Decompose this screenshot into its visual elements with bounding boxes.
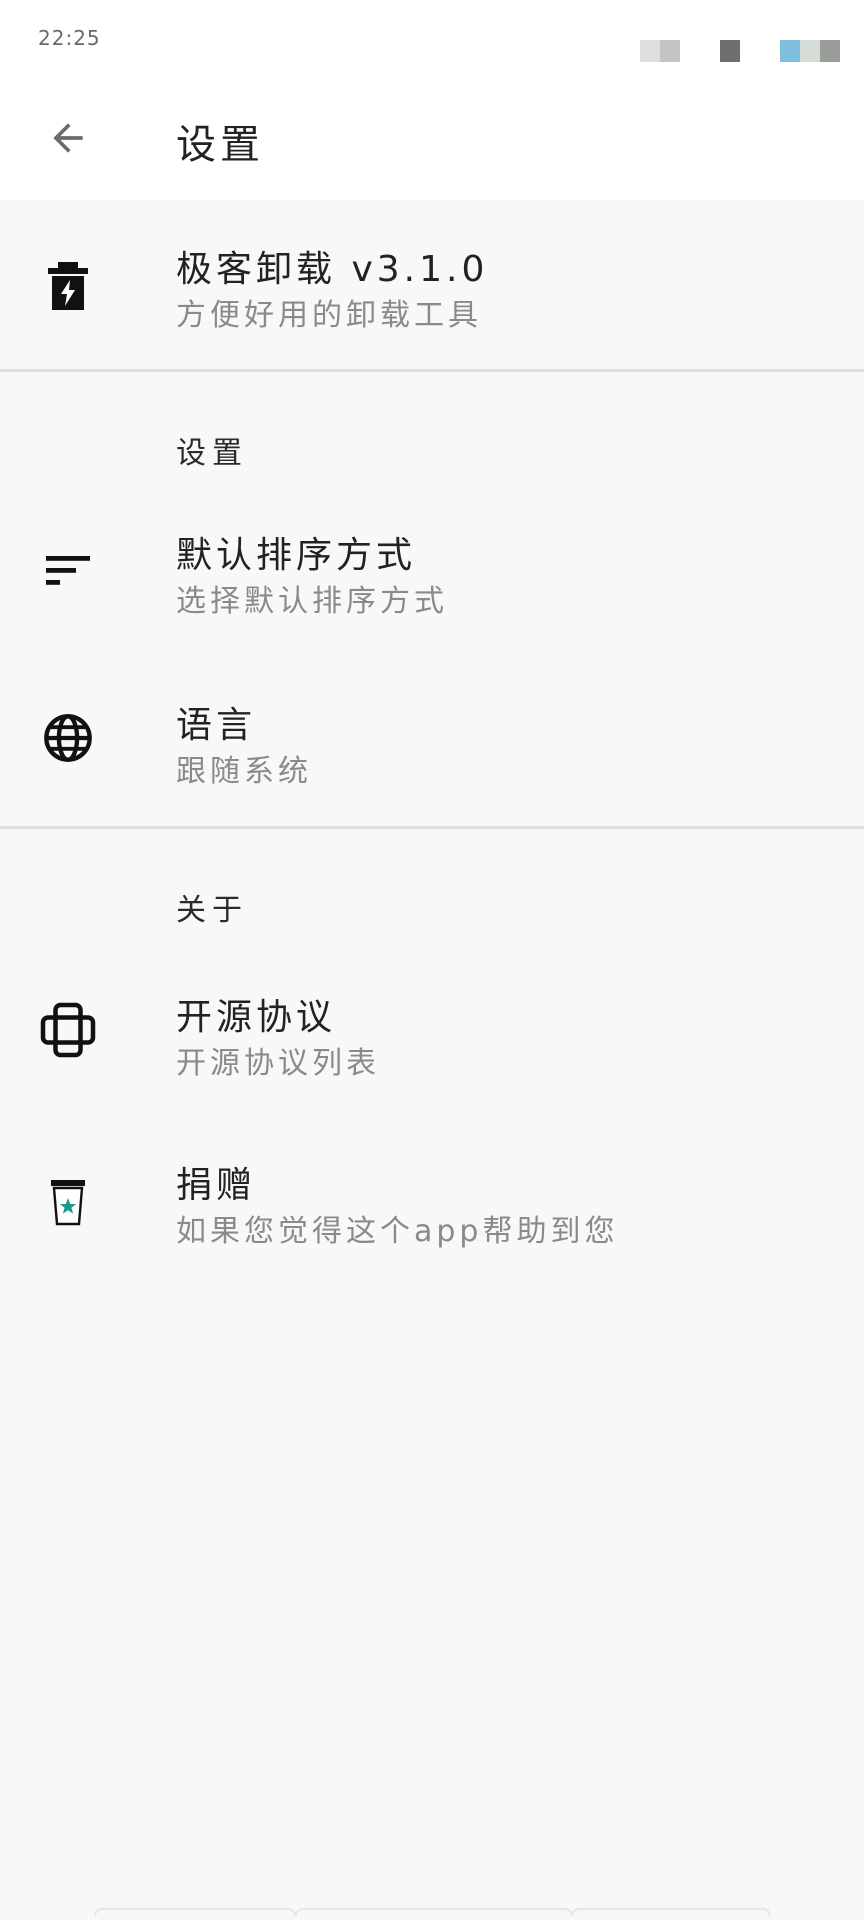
arrow-back-icon [53,123,83,153]
license-icon [36,998,100,1062]
status-icons [640,40,840,62]
language-item[interactable]: 语言 跟随系统 [0,670,864,810]
language-title: 语言 [176,705,257,746]
donate-title: 捐赠 [176,1165,257,1206]
section-header-settings: 设置 [176,436,248,471]
nav-bar-segment [295,1908,573,1916]
status-time: 22:25 [38,26,101,50]
open-source-subtitle: 开源协议列表 [176,1046,380,1081]
globe-icon [36,706,100,770]
nav-bar-segment [571,1908,771,1916]
donate-item[interactable]: 捐赠 如果您觉得这个app帮助到您 [0,1130,864,1270]
sort-order-item[interactable]: 默认排序方式 选择默认排序方式 [0,500,864,640]
app-bar: 设置 [0,80,864,200]
open-source-title: 开源协议 [176,997,337,1038]
nav-bar-segment [94,1908,296,1916]
status-battery-icon [780,40,840,62]
status-signal-icon [640,40,680,62]
page-title: 设置 [176,122,264,168]
app-name-version: 极客卸载 v3.1.0 [176,249,489,290]
sort-order-subtitle: 选择默认排序方式 [176,584,448,619]
sort-order-title: 默认排序方式 [176,535,417,576]
status-bar: 22:25 [0,0,864,80]
donate-subtitle: 如果您觉得这个app帮助到您 [176,1214,619,1249]
app-description: 方便好用的卸载工具 [176,298,482,333]
trash-bolt-icon [36,254,100,318]
coffee-cup-icon [36,1170,100,1234]
back-button[interactable] [36,106,100,170]
section-header-about: 关于 [176,893,248,928]
sort-icon [36,538,100,602]
section-divider [0,826,864,829]
open-source-licenses-item[interactable]: 开源协议 开源协议列表 [0,960,864,1100]
language-subtitle: 跟随系统 [176,754,312,789]
app-info-item[interactable]: 极客卸载 v3.1.0 方便好用的卸载工具 [0,200,864,370]
section-divider [0,369,864,372]
status-wifi-icon [720,40,740,62]
